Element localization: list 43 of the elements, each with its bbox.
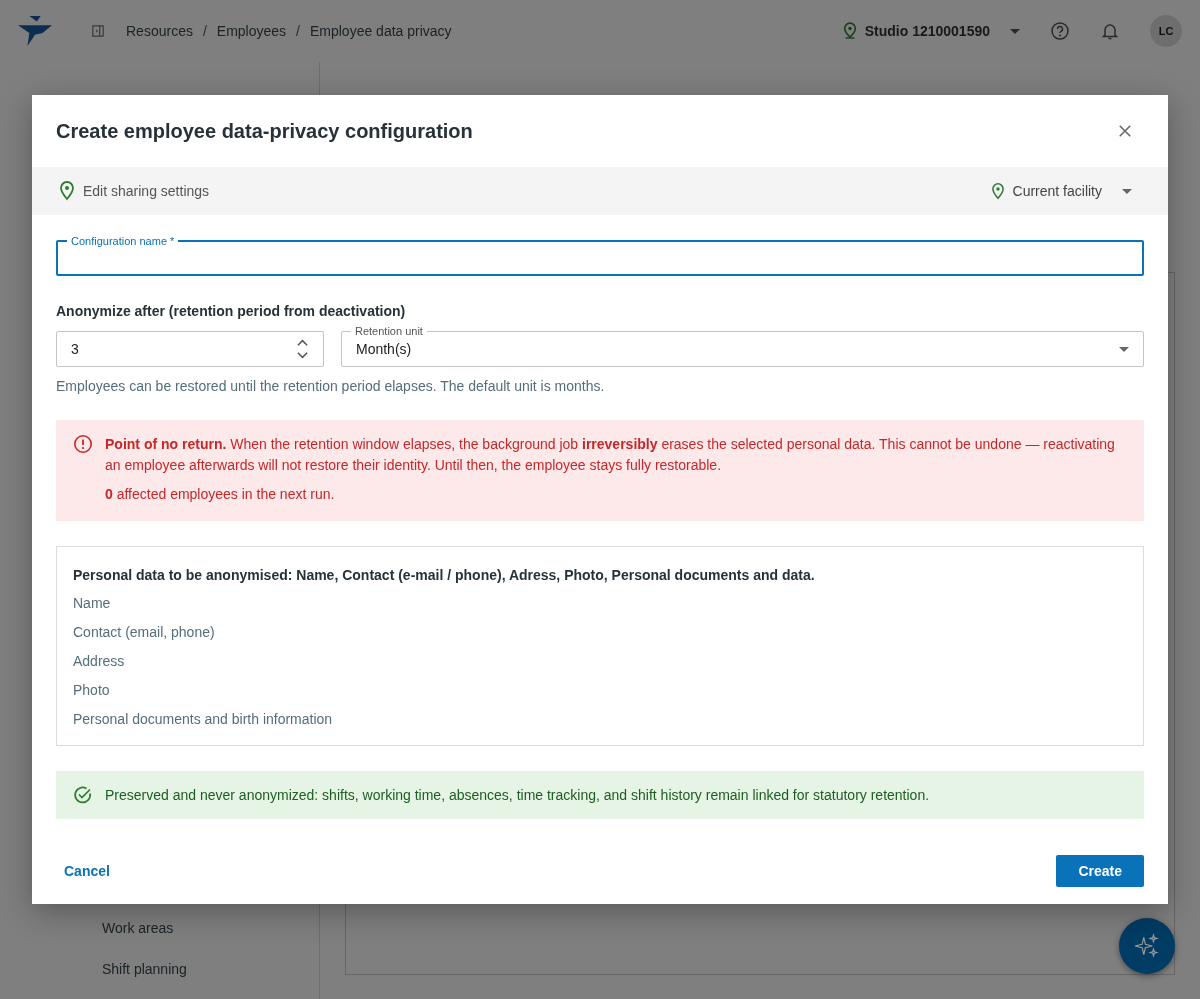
breadcrumb-separator: / [296, 23, 300, 39]
check-circle-icon [73, 785, 93, 805]
preserved-text: Preserved and never anonymized: shifts, working time, absences, time tracking, and shift history remain linked for statutory retention. [105, 787, 930, 803]
stepper-arrows-icon[interactable] [296, 337, 309, 361]
sparkles-icon [1134, 933, 1160, 959]
sidebar-item[interactable]: Shift planning [70, 948, 319, 989]
field-label: Configuration name * [67, 234, 179, 248]
facility-selector[interactable]: Studio 1210001590 [842, 22, 1020, 40]
caret-icon [1010, 28, 1020, 34]
location-pin-icon [59, 181, 75, 201]
location-pin-icon [842, 22, 857, 40]
breadcrumb-link[interactable]: Employee data privacy [309, 23, 452, 39]
data-item: Personal documents and birth information [73, 709, 334, 729]
sidebar-item[interactable]: Work areas [70, 907, 319, 948]
retention-amount-field[interactable]: 3 [56, 331, 324, 367]
section-label: Anonymize after (retention period from deactivation) [56, 303, 407, 319]
data-item: Contact (email, phone) [73, 622, 216, 642]
data-item: Address [73, 651, 126, 671]
help-icon[interactable] [1050, 21, 1070, 41]
breadcrumb-separator: / [202, 23, 207, 39]
caret-icon [1122, 188, 1132, 194]
dialog-title: Create employee data-privacy configuration [56, 119, 473, 143]
scope-selector[interactable]: Current facility [990, 182, 1132, 200]
edit-sharing-button[interactable]: Edit sharing settings [59, 181, 210, 201]
breadcrumb-link[interactable]: Employees [216, 23, 287, 39]
warning-text: Point of no return. When the retention window elapses, the background job irreversibly erases the selected personal data. This cannot be undone — reactivating an employee afterwards will not restore their identity. Until then, the employee stays fully restorable. [105, 435, 1116, 475]
breadcrumb-link[interactable]: Resources [126, 23, 193, 39]
cancel-button[interactable]: Cancel [56, 855, 118, 887]
ai-assistant-button[interactable] [1119, 918, 1175, 974]
create-button[interactable]: Create [1056, 855, 1144, 887]
caret-icon [1119, 346, 1129, 352]
field-label: Retention unit [351, 324, 427, 338]
panel-heading: Personal data to be anonymised: Name, Contact (e-mail / phone), Adress, Photo, Personal documents and data. [73, 567, 816, 583]
data-item: Photo [73, 680, 111, 700]
affected-count-text: 0 affected employees in the next run. [105, 485, 336, 504]
close-icon[interactable] [1118, 124, 1132, 138]
user-avatar[interactable]: LC [1150, 15, 1182, 47]
notification-bell-icon[interactable] [1100, 21, 1120, 41]
warning-icon [73, 434, 93, 454]
location-pin-icon [990, 182, 1005, 200]
sidebar-toggle-icon[interactable] [92, 25, 104, 37]
data-item: Name [73, 593, 112, 613]
helper-text: Employees can be restored until the retention period elapses. The default unit is months. [56, 378, 606, 394]
